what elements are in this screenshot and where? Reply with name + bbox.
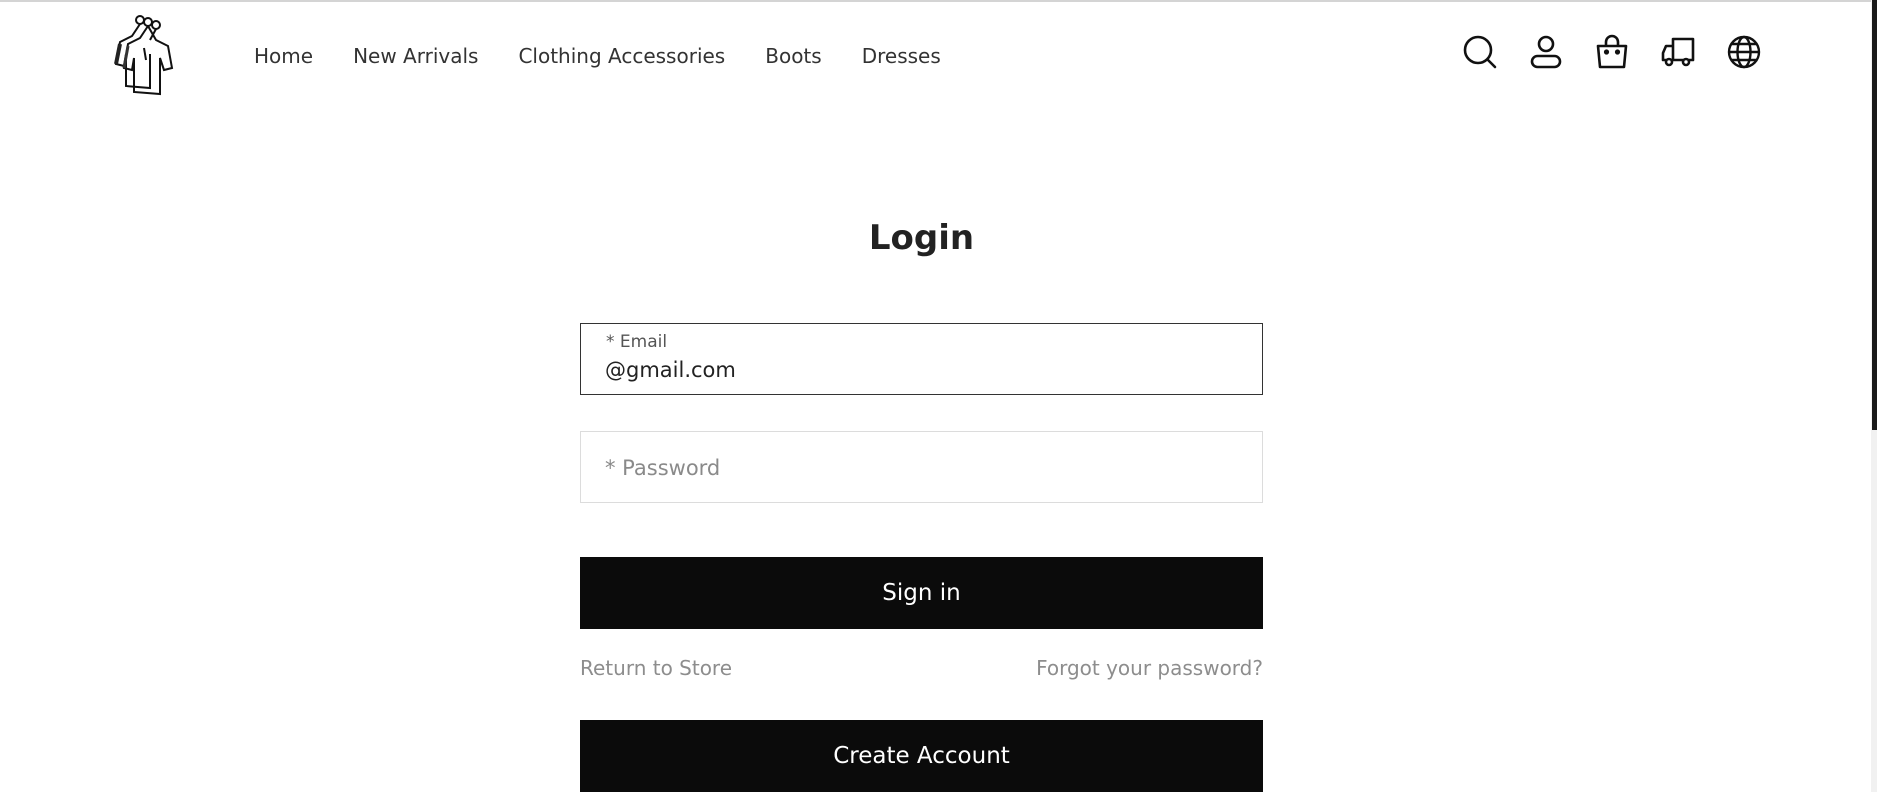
delivery-truck-icon[interactable] xyxy=(1658,32,1698,72)
main-nav: Home New Arrivals Clothing Accessories B… xyxy=(254,44,981,68)
email-input-value[interactable]: @gmail.com xyxy=(605,358,736,382)
search-icon[interactable] xyxy=(1460,32,1500,72)
site-header: Home New Arrivals Clothing Accessories B… xyxy=(0,0,1877,110)
nav-boots[interactable]: Boots xyxy=(765,44,821,68)
nav-home[interactable]: Home xyxy=(254,44,313,68)
return-to-store-link[interactable]: Return to Store xyxy=(580,656,732,680)
header-icons xyxy=(1460,32,1790,72)
password-placeholder: * Password xyxy=(605,456,721,480)
email-label: * Email xyxy=(606,332,668,352)
scrollbar-thumb[interactable] xyxy=(1872,0,1877,430)
forgot-password-link[interactable]: Forgot your password? xyxy=(1036,656,1263,680)
nav-clothing-accessories[interactable]: Clothing Accessories xyxy=(518,44,725,68)
shopping-bag-icon[interactable] xyxy=(1592,32,1632,72)
nav-dresses[interactable]: Dresses xyxy=(862,44,941,68)
page-title: Login xyxy=(868,218,975,258)
globe-icon[interactable] xyxy=(1724,32,1764,72)
create-account-button[interactable]: Create Account xyxy=(580,720,1263,792)
user-icon[interactable] xyxy=(1526,32,1566,72)
nav-new-arrivals[interactable]: New Arrivals xyxy=(353,44,478,68)
sign-in-button[interactable]: Sign in xyxy=(580,557,1263,629)
email-field[interactable]: * Email @gmail.com xyxy=(580,323,1263,395)
clothes-rack-logo-icon[interactable] xyxy=(110,12,176,96)
password-field[interactable]: * Password xyxy=(580,431,1263,503)
